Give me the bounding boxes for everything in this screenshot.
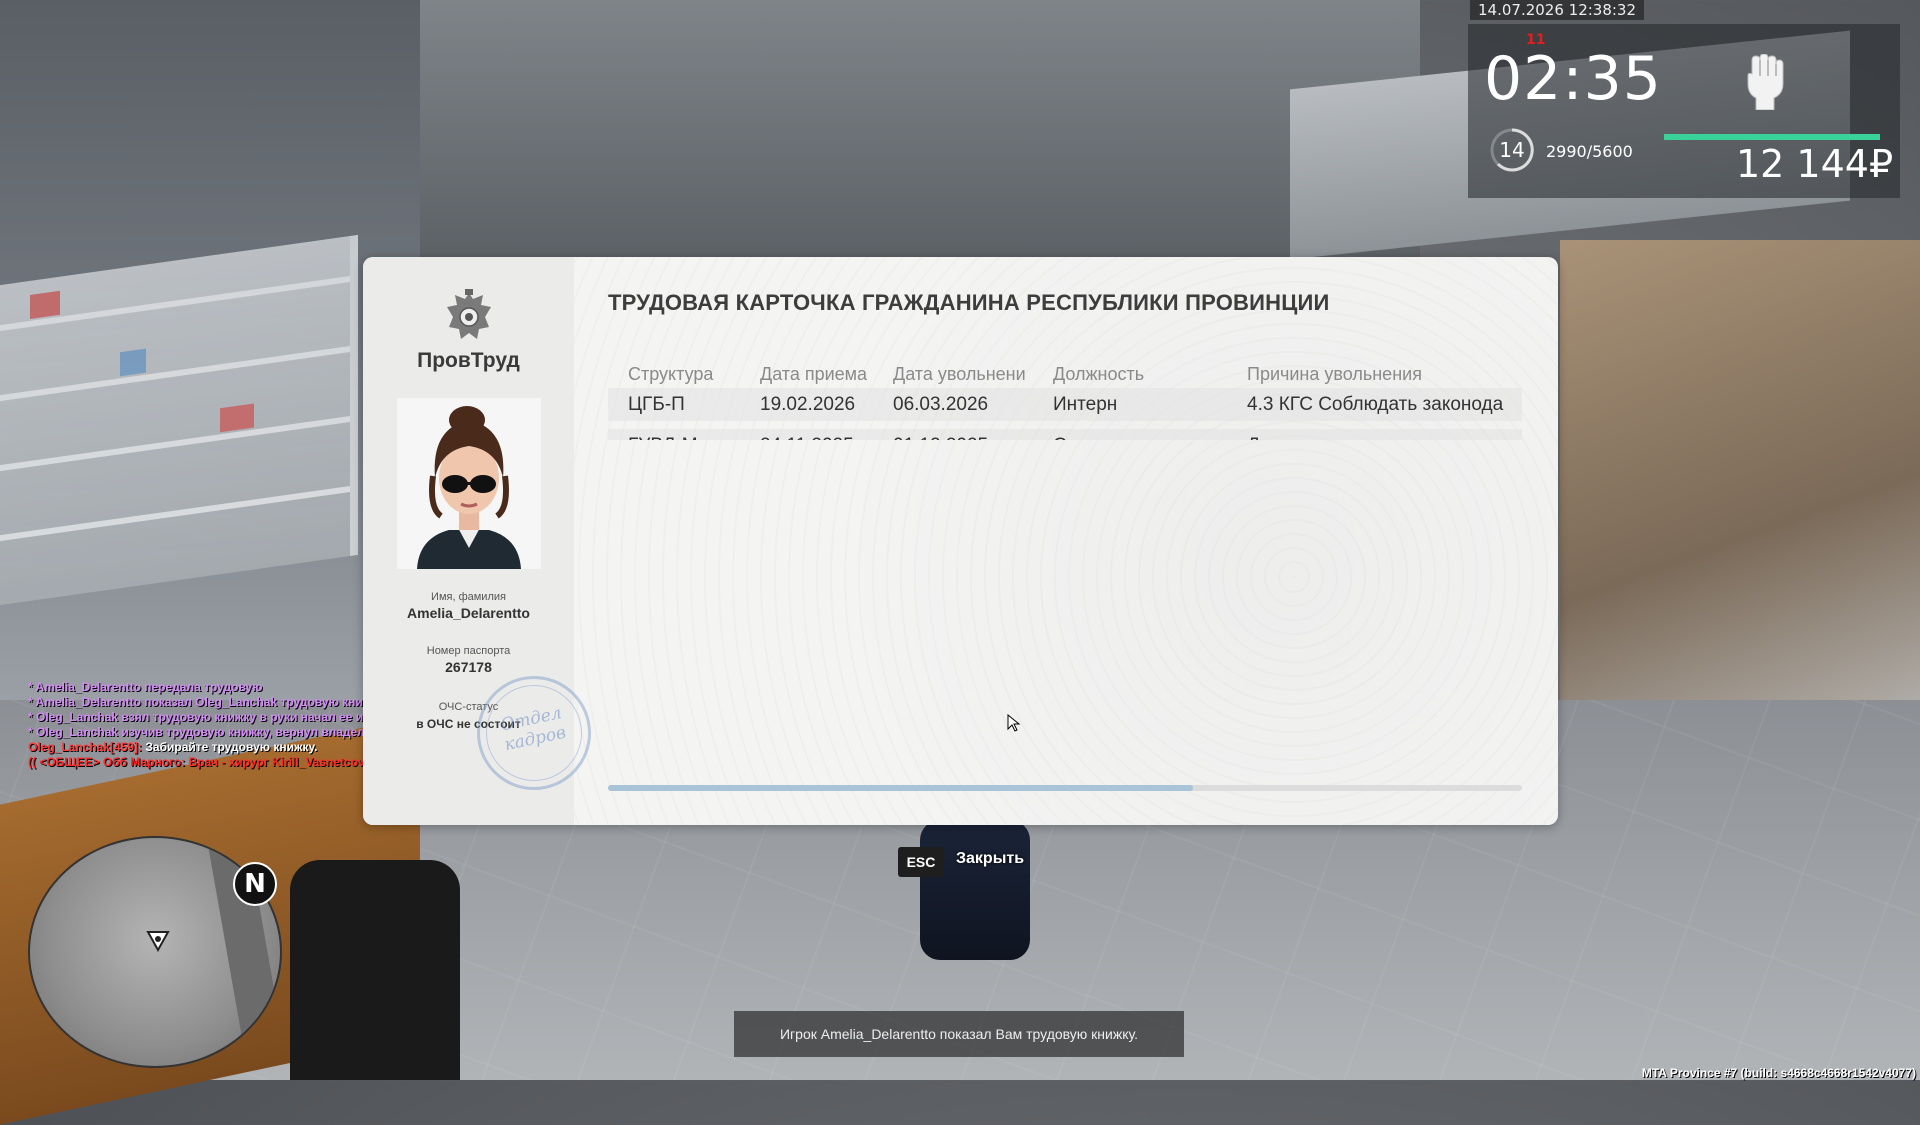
passport-label: Номер паспорта [426, 645, 511, 657]
cell-position: Сержант [1053, 429, 1233, 440]
cell-dismissal-reason: 4.3 КГС Соблюдать законода [1247, 394, 1504, 415]
table-row: ЦГБ-П 19.02.2026 06.03.2026 Интерн 4.3 К… [608, 388, 1522, 421]
name-label: Имя, фамилия [431, 591, 506, 603]
citizen-name: Amelia_Delarentto [407, 605, 530, 621]
column-hire-date: Дата приема [760, 364, 868, 384]
health-bar [1664, 134, 1880, 140]
player-marker-icon [146, 931, 170, 952]
column-position: Должность [1053, 364, 1145, 384]
column-dismissal-reason: Причина увольнения [1247, 364, 1422, 384]
health-bar-fill [1664, 134, 1880, 140]
agency-name: ПровТруд [417, 349, 520, 372]
coat-of-arms-icon [447, 289, 491, 339]
esc-key-button[interactable]: ESC [898, 847, 944, 877]
scene-player-character [920, 820, 1030, 960]
cell-hire-date: 19.02.2026 [760, 394, 856, 415]
employment-history-table: Структура Дата приема Дата увольнени Дол… [608, 360, 1522, 440]
north-indicator: N [233, 862, 277, 906]
build-info: MTA Province #7 (build: s4668c4668r1542v… [1641, 1066, 1916, 1080]
scene-shelf [0, 234, 358, 606]
cell-hire-date: 24.11.2025 [760, 429, 888, 440]
server-datetime: 14.07.2026 12:38:32 [1470, 0, 1645, 20]
table-row: ГУВД-М 24.11.2025 01.12.2025 Сержант Дос… [608, 429, 1522, 440]
game-clock: 02:35 [1484, 44, 1662, 114]
cell-structure: ГУВД-М [628, 429, 778, 440]
table-header: Структура Дата приема Дата увольнени Дол… [608, 360, 1522, 388]
cell-position: Интерн [1053, 394, 1118, 415]
player-level: 14 [1499, 138, 1525, 162]
cell-dismissal-reason: Достижение максимального в [1247, 429, 1522, 440]
cell-dismissal-date: 06.03.2026 [893, 394, 989, 415]
scrollbar-thumb[interactable] [608, 785, 1193, 791]
close-button[interactable]: Закрыть [956, 850, 1024, 868]
scene-ceiling [420, 0, 1420, 260]
scene-chair [290, 860, 460, 1080]
column-dismissal-date: Дата увольнени [893, 364, 1026, 384]
passport-number: 267178 [445, 659, 492, 675]
cell-structure: ЦГБ-П [628, 394, 685, 415]
column-structure: Структура [628, 364, 714, 384]
citizen-photo [397, 398, 541, 569]
horizontal-scrollbar[interactable] [608, 785, 1522, 791]
employment-card: ПровТруд Имя, фамилия Amelia_Delarentto … [363, 257, 1558, 825]
fist-weapon-icon [1747, 54, 1784, 110]
experience-counter: 2990/5600 [1546, 142, 1633, 161]
money-balance: 12 144₽ [1736, 142, 1894, 186]
notification-toast: Игрок Amelia_Delarentto показал Вам труд… [734, 1011, 1184, 1057]
card-guilloche-pattern [574, 257, 1558, 825]
card-title: ТРУДОВАЯ КАРТОЧКА ГРАЖДАНИНА РЕСПУБЛИКИ … [608, 290, 1330, 315]
mouse-cursor-icon [1007, 714, 1021, 732]
cell-dismissal-date: 01.12.2025 [893, 429, 1043, 440]
